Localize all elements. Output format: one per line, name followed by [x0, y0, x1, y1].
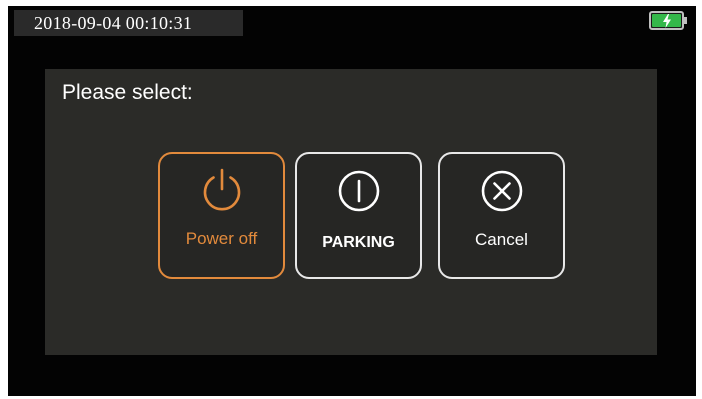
cancel-icon [481, 170, 522, 212]
parking-icon [338, 170, 379, 212]
power-icon [203, 168, 240, 211]
cancel-label: Cancel [475, 230, 528, 249]
battery-tip [684, 17, 687, 24]
power-off-label: Power off [185, 229, 258, 248]
power-off-button[interactable]: Power off [158, 152, 285, 279]
shutdown-dialog: Please select: Power off PARKING Cancel [45, 69, 657, 355]
battery-charging-icon [649, 11, 687, 30]
datetime-display: 2018-09-04 00:10:31 [14, 10, 243, 36]
parking-button[interactable]: PARKING [295, 152, 422, 279]
lightning-icon [663, 14, 671, 28]
device-screen: 2018-09-04 00:10:31 Please select: Power… [8, 6, 696, 396]
parking-label: PARKING [322, 234, 395, 251]
dialog-prompt: Please select: [62, 81, 193, 104]
cancel-button[interactable]: Cancel [438, 152, 565, 279]
